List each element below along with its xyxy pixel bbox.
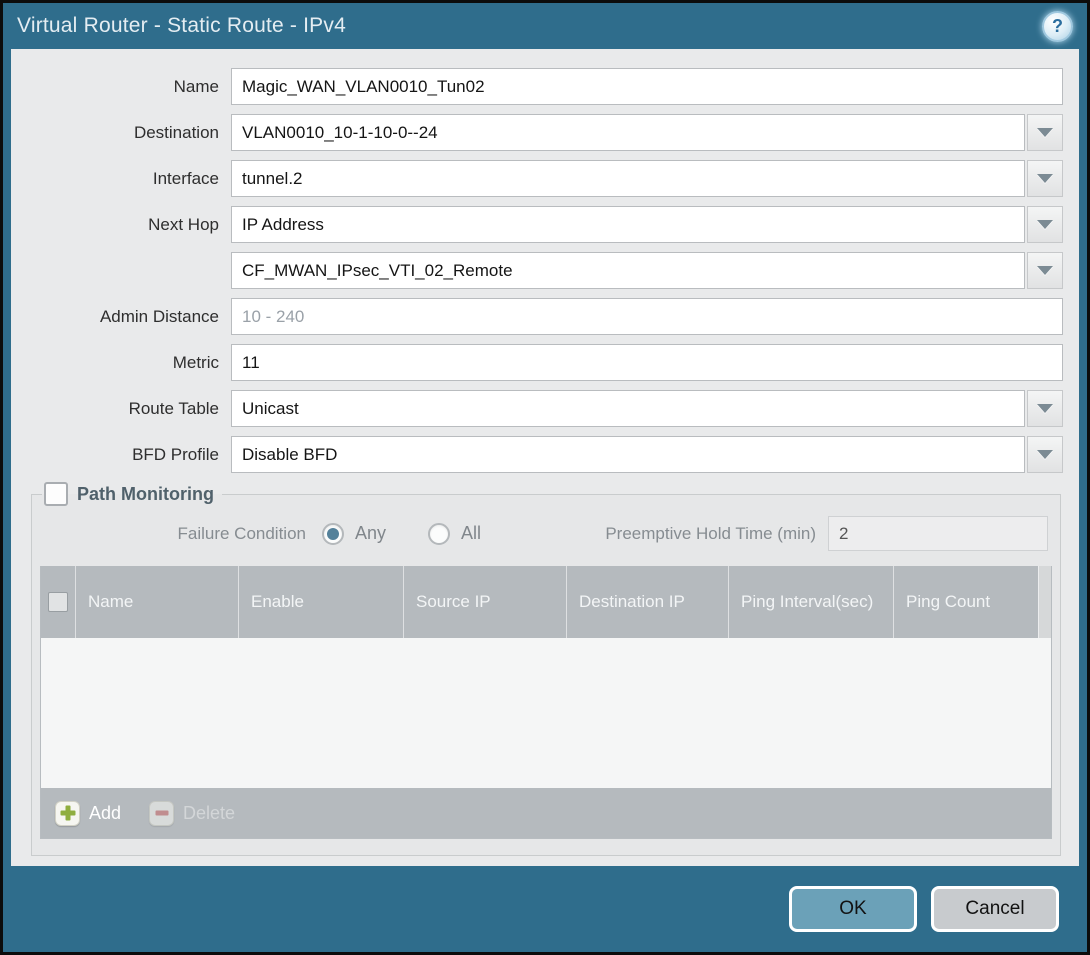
nexthop-address-value: CF_MWAN_IPsec_VTI_02_Remote	[242, 261, 513, 281]
admin-distance-label: Admin Distance	[27, 307, 219, 327]
form-row-admin-distance: Admin Distance	[27, 298, 1063, 335]
chevron-down-icon	[1037, 220, 1053, 229]
table-scrollbar-strip	[1038, 566, 1051, 638]
failure-condition-all-label: All	[461, 523, 481, 544]
chevron-down-icon	[1037, 128, 1053, 137]
preemptive-hold-group: Preemptive Hold Time (min)	[605, 516, 1048, 551]
failure-condition-any-label: Any	[355, 523, 386, 544]
dialog-titlebar: Virtual Router - Static Route - IPv4 ?	[3, 3, 1087, 49]
add-button-label: Add	[89, 803, 121, 824]
dialog-footer: OK Cancel	[3, 866, 1087, 952]
failure-condition-row: Failure Condition Any All Preemptive Hol…	[42, 516, 1048, 551]
form-row-nexthop-address: CF_MWAN_IPsec_VTI_02_Remote	[27, 252, 1063, 289]
metric-label: Metric	[27, 353, 219, 373]
form-row-metric: Metric	[27, 344, 1063, 381]
delete-button-label: Delete	[183, 803, 235, 824]
preemptive-hold-input[interactable]	[828, 516, 1048, 551]
form-row-interface: Interface tunnel.2	[27, 160, 1063, 197]
failure-condition-label: Failure Condition	[42, 524, 306, 544]
form-row-nexthop-type: Next Hop IP Address	[27, 206, 1063, 243]
nexthop-address-select[interactable]: CF_MWAN_IPsec_VTI_02_Remote	[231, 252, 1025, 289]
nexthop-type-dropdown-button[interactable]	[1027, 206, 1063, 243]
form-row-name: Name	[27, 68, 1063, 105]
preemptive-hold-label: Preemptive Hold Time (min)	[605, 524, 816, 544]
form-row-bfd-profile: BFD Profile Disable BFD	[27, 436, 1063, 473]
route-table-value: Unicast	[242, 399, 299, 419]
nexthop-type-select[interactable]: IP Address	[231, 206, 1025, 243]
nexthop-type-value: IP Address	[242, 215, 324, 235]
admin-distance-input[interactable]	[231, 298, 1063, 335]
destination-select[interactable]: VLAN0010_10-1-10-0--24	[231, 114, 1025, 151]
path-monitoring-table: Name Enable Source IP Destination IP Pin…	[40, 566, 1052, 839]
destination-value: VLAN0010_10-1-10-0--24	[242, 123, 438, 143]
interface-value: tunnel.2	[242, 169, 303, 189]
bfd-profile-select[interactable]: Disable BFD	[231, 436, 1025, 473]
route-table-dropdown-button[interactable]	[1027, 390, 1063, 427]
interface-dropdown-button[interactable]	[1027, 160, 1063, 197]
form-content: Name Destination VLAN0010_10-1-10-0--24	[11, 49, 1079, 866]
path-monitoring-legend: Path Monitoring	[42, 482, 222, 506]
radio-unselected-icon	[428, 523, 450, 545]
table-header-row: Name Enable Source IP Destination IP Pin…	[41, 566, 1051, 638]
ok-button[interactable]: OK	[789, 886, 917, 932]
failure-condition-all-radio[interactable]: All	[428, 523, 481, 545]
help-icon[interactable]: ?	[1042, 11, 1073, 42]
nexthop-address-dropdown-button[interactable]	[1027, 252, 1063, 289]
route-table-select[interactable]: Unicast	[231, 390, 1025, 427]
table-header-name: Name	[75, 566, 238, 638]
table-header-checkbox-cell	[41, 566, 75, 638]
bfd-profile-dropdown-button[interactable]	[1027, 436, 1063, 473]
table-header-destination-ip: Destination IP	[566, 566, 728, 638]
dialog-title: Virtual Router - Static Route - IPv4	[17, 14, 346, 38]
table-header-enable: Enable	[238, 566, 403, 638]
path-monitoring-checkbox[interactable]	[44, 482, 68, 506]
chevron-down-icon	[1037, 266, 1053, 275]
destination-label: Destination	[27, 123, 219, 143]
delete-button[interactable]: Delete	[149, 801, 235, 826]
form-row-destination: Destination VLAN0010_10-1-10-0--24	[27, 114, 1063, 151]
interface-select[interactable]: tunnel.2	[231, 160, 1025, 197]
failure-condition-any-radio[interactable]: Any	[322, 523, 386, 545]
plus-icon	[55, 801, 80, 826]
interface-label: Interface	[27, 169, 219, 189]
bfd-profile-label: BFD Profile	[27, 445, 219, 465]
select-all-checkbox[interactable]	[48, 592, 68, 612]
path-monitoring-section: Path Monitoring Failure Condition Any Al…	[31, 482, 1061, 856]
chevron-down-icon	[1037, 450, 1053, 459]
table-header-source-ip: Source IP	[403, 566, 566, 638]
static-route-dialog: Virtual Router - Static Route - IPv4 ? N…	[0, 0, 1090, 955]
bfd-profile-value: Disable BFD	[242, 445, 337, 465]
cancel-button[interactable]: Cancel	[931, 886, 1059, 932]
nexthop-label: Next Hop	[27, 215, 219, 235]
table-toolbar: Add Delete	[41, 788, 1051, 838]
table-header-ping-count: Ping Count	[893, 566, 1038, 638]
destination-dropdown-button[interactable]	[1027, 114, 1063, 151]
minus-icon	[149, 801, 174, 826]
chevron-down-icon	[1037, 174, 1053, 183]
form-row-route-table: Route Table Unicast	[27, 390, 1063, 427]
route-table-label: Route Table	[27, 399, 219, 419]
add-button[interactable]: Add	[55, 801, 121, 826]
chevron-down-icon	[1037, 404, 1053, 413]
dialog-body: Name Destination VLAN0010_10-1-10-0--24	[3, 49, 1087, 866]
path-monitoring-title: Path Monitoring	[77, 484, 214, 505]
radio-selected-icon	[322, 523, 344, 545]
name-label: Name	[27, 77, 219, 97]
table-body-empty	[41, 638, 1051, 788]
name-input[interactable]	[231, 68, 1063, 105]
metric-input[interactable]	[231, 344, 1063, 381]
table-header-ping-interval: Ping Interval(sec)	[728, 566, 893, 638]
